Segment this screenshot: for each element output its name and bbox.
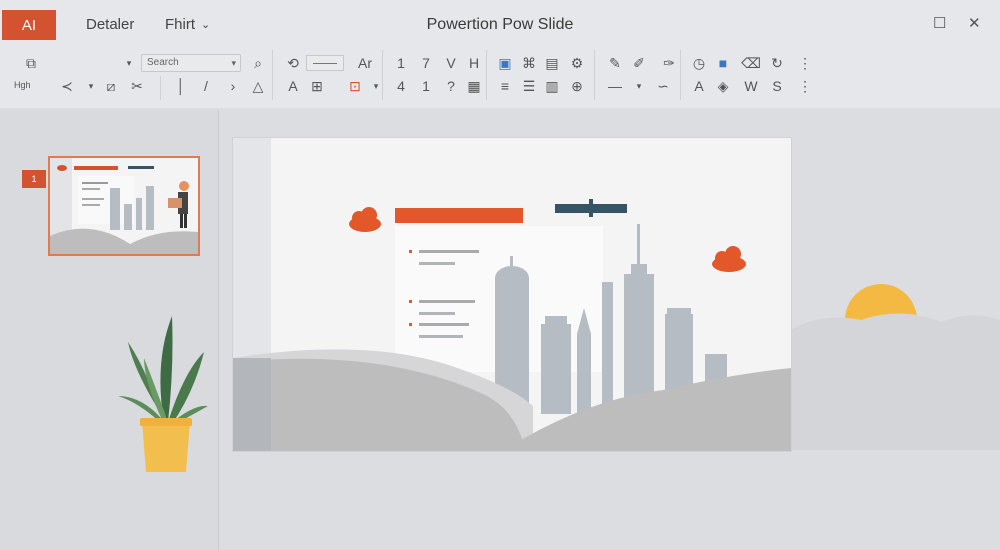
list-number-7-button[interactable]: 7: [415, 52, 437, 74]
line-icon[interactable]: —: [604, 75, 626, 97]
cut-icon[interactable]: ✂: [126, 75, 148, 97]
triangle-icon[interactable]: △: [247, 75, 269, 97]
dropdown-arrow-icon[interactable]: ▾: [80, 75, 102, 97]
format-painter-icon[interactable]: ⧄: [100, 75, 122, 97]
arrow-left-icon[interactable]: ≺: [56, 75, 78, 97]
slide-number-marker[interactable]: 1: [22, 170, 46, 188]
highlight-icon[interactable]: ⊞: [306, 75, 328, 97]
search-input[interactable]: Search ▾: [141, 54, 241, 72]
text-effects-button[interactable]: A: [688, 75, 710, 97]
ribbon-separator: [272, 50, 273, 100]
shape-fill-icon[interactable]: ◈: [712, 75, 734, 97]
ribbon-separator: [594, 50, 595, 100]
word-button[interactable]: W: [740, 75, 762, 97]
search-icon[interactable]: ⌕: [247, 52, 269, 74]
chart-icon[interactable]: ▥: [541, 75, 563, 97]
dropdown-arrow-icon[interactable]: ▾: [628, 75, 650, 97]
book-icon[interactable]: ⧉: [20, 52, 42, 74]
divider-bar-icon[interactable]: │: [170, 75, 192, 97]
border-icon[interactable]: ⊡: [344, 75, 366, 97]
document-title: Powertion Pow Slide: [426, 16, 574, 33]
list-number-4-button[interactable]: 4: [390, 75, 412, 97]
thumbnail-preview: [50, 158, 198, 254]
dropdown-arrow-icon[interactable]: ▾: [118, 52, 140, 74]
more-options-icon[interactable]: ⋮: [794, 52, 816, 74]
link-icon[interactable]: ⟲: [282, 52, 304, 74]
slide-thumbnail[interactable]: [48, 156, 200, 256]
eraser-icon[interactable]: ⌫: [740, 52, 762, 74]
align-center-icon[interactable]: ☰: [518, 75, 540, 97]
slash-icon[interactable]: /: [195, 75, 217, 97]
shapes-icon[interactable]: ⌘: [518, 52, 540, 74]
chevron-down-icon: ▾: [231, 58, 236, 68]
letter-h-button[interactable]: H: [463, 52, 485, 74]
smartart-icon[interactable]: ⊕: [566, 75, 588, 97]
font-color-button[interactable]: A: [282, 75, 304, 97]
ribbon-separator: [160, 76, 161, 100]
help-button[interactable]: ?: [440, 75, 462, 97]
potted-plant-illustration: [118, 316, 208, 472]
brush-icon[interactable]: ✑: [658, 52, 680, 74]
align-left-icon[interactable]: ≡: [494, 75, 516, 97]
image-icon[interactable]: ▤: [541, 52, 563, 74]
lasso-icon[interactable]: ↻: [766, 52, 788, 74]
table-icon[interactable]: ▦: [463, 75, 485, 97]
font-style-button[interactable]: Ar: [352, 52, 378, 74]
letter-v-button[interactable]: V: [440, 52, 462, 74]
chevron-right-icon[interactable]: ›: [222, 75, 244, 97]
curve-icon[interactable]: ∽: [652, 75, 674, 97]
ribbon-small-label: Hgh: [14, 80, 31, 90]
current-slide-canvas[interactable]: [233, 138, 791, 451]
dropdown-arrow-icon[interactable]: ▾: [365, 75, 387, 97]
pen-icon[interactable]: ✎: [604, 52, 626, 74]
more-options-icon[interactable]: ⋮: [794, 75, 816, 97]
picture-icon[interactable]: ▣: [494, 52, 516, 74]
slide-content: [233, 138, 791, 451]
ribbon-separator: [486, 50, 487, 100]
list-number-1-button[interactable]: 1: [390, 52, 412, 74]
clock-icon[interactable]: ◷: [688, 52, 710, 74]
restore-icon[interactable]: ☐: [933, 14, 946, 32]
pencil-icon[interactable]: ✐: [628, 52, 650, 74]
background-sun-illustration: [791, 284, 1000, 450]
ribbon-separator: [680, 50, 681, 100]
search-placeholder: Search: [147, 57, 179, 68]
gear-icon[interactable]: ⚙: [566, 52, 588, 74]
line-style-select[interactable]: [306, 55, 344, 71]
list-number-1b-button[interactable]: 1: [415, 75, 437, 97]
close-icon[interactable]: ✕: [968, 14, 981, 32]
title-bar: AI Detaler Fhirt ⌄ Powertion Pow Slide ☐ …: [0, 0, 1000, 48]
fill-color-icon[interactable]: ■: [712, 52, 734, 74]
ribbon-separator: [382, 50, 383, 100]
strike-button[interactable]: S: [766, 75, 788, 97]
